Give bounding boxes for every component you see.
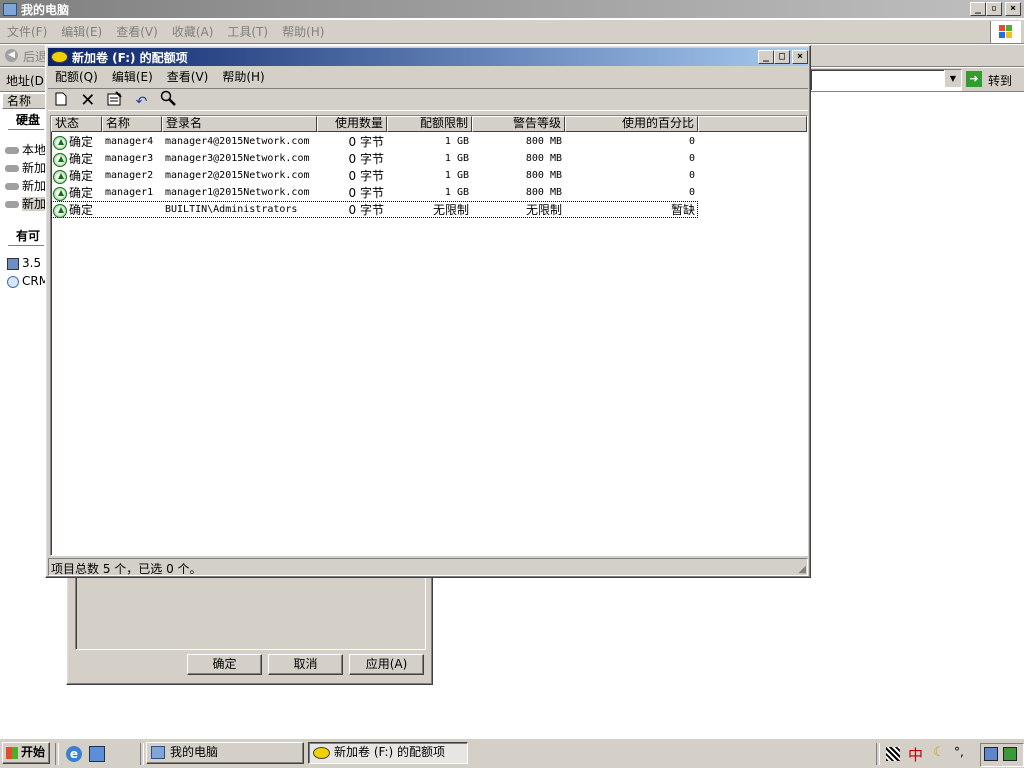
show-desktop-icon[interactable] xyxy=(89,746,105,762)
quota-ok-icon xyxy=(53,186,67,201)
computer-icon xyxy=(3,2,17,16)
disk-quota-icon xyxy=(51,51,68,63)
go-arrow-icon: ➜ xyxy=(966,71,982,87)
section-removable: 有可 xyxy=(16,229,41,243)
column-header-warning[interactable]: 警告等级 xyxy=(472,116,565,132)
start-button[interactable]: 开始 xyxy=(2,742,50,764)
ime-chinese-label[interactable]: 中 xyxy=(908,744,923,765)
close-icon[interactable]: × xyxy=(792,50,808,64)
quota-row[interactable]: 确定 manager2 manager2@2015Network.com 0 字… xyxy=(51,167,807,184)
column-header-used[interactable]: 使用数量 xyxy=(317,116,387,132)
windows-logo-icon xyxy=(990,21,1021,43)
drive-icon xyxy=(5,183,19,190)
minimize-icon[interactable]: _ xyxy=(758,50,774,64)
drive-icon xyxy=(5,147,19,154)
disk-quota-icon xyxy=(313,746,330,759)
drive-item[interactable]: 新加 xyxy=(5,195,47,212)
new-icon[interactable] xyxy=(52,92,70,110)
menu-view[interactable]: 查看(V) xyxy=(160,68,216,85)
drive-item[interactable]: 新加 xyxy=(5,177,46,194)
back-arrow-icon[interactable]: ◀ xyxy=(5,49,18,62)
quota-statusbar: 项目总数 5 个，已选 0 个。 ◢ xyxy=(48,558,808,576)
section-hard-disks: 硬盘 xyxy=(16,113,41,127)
go-button[interactable]: ➜ 转到 xyxy=(964,70,1020,89)
properties-panel xyxy=(75,576,426,650)
explorer-titlebar[interactable]: 我的电脑 _ ▫ × xyxy=(0,0,1024,18)
task-quota-entries[interactable]: 新加卷 (F:) 的配额项 xyxy=(308,742,468,764)
column-header-name[interactable]: 名称 xyxy=(102,116,162,132)
delete-icon[interactable]: ✕ xyxy=(79,92,97,110)
floppy-icon xyxy=(7,257,19,270)
quota-row-focused[interactable]: 确定 BUILTIN\Administrators 0 字节 无限制 无限制 暂… xyxy=(51,201,698,218)
cdrom-icon xyxy=(7,275,19,288)
menu-help[interactable]: 帮助(H) xyxy=(215,68,271,85)
explorer-title: 我的电脑 xyxy=(21,2,70,17)
ime-toolbar-icon[interactable] xyxy=(886,747,900,761)
ok-button[interactable]: 确定 xyxy=(187,654,262,675)
menu-file[interactable]: 文件(F) xyxy=(0,23,54,40)
quota-list-header: 状态 名称 登录名 使用数量 配额限制 警告等级 使用的百分比 xyxy=(51,116,807,132)
moon-icon[interactable]: ☾ xyxy=(933,745,945,760)
restore-icon[interactable]: ▫ xyxy=(986,2,1002,16)
quota-window: 新加卷 (F:) 的配额项 _ □ × 配额(Q) 编辑(E) 查看(V) 帮助… xyxy=(45,45,811,578)
quota-toolbar: ✕ ↶ xyxy=(48,88,808,111)
quota-ok-icon xyxy=(53,135,67,150)
drive-icon xyxy=(5,165,19,172)
drive-item[interactable]: 新加 xyxy=(5,159,46,176)
close-icon[interactable]: × xyxy=(1005,2,1021,16)
find-icon[interactable] xyxy=(159,90,177,108)
column-header-name[interactable]: 名称 xyxy=(2,93,46,109)
quota-row[interactable]: 确定 manager4 manager4@2015Network.com 0 字… xyxy=(51,133,807,150)
menu-view[interactable]: 查看(V) xyxy=(109,23,165,40)
menu-edit[interactable]: 编辑(E) xyxy=(54,23,109,40)
column-header-status[interactable]: 状态 xyxy=(51,116,102,132)
properties-icon[interactable] xyxy=(106,91,124,109)
quota-titlebar[interactable]: 新加卷 (F:) 的配额项 _ □ × xyxy=(48,48,808,66)
cdrom-item[interactable]: CRM xyxy=(7,274,49,288)
resize-grip-icon[interactable]: ◢ xyxy=(798,564,806,575)
menu-favorites[interactable]: 收藏(A) xyxy=(165,23,221,40)
ie-icon[interactable]: e xyxy=(66,746,82,762)
taskbar: 开始 e 我的电脑 新加卷 (F:) 的配额项 中 ☾ °, xyxy=(0,738,1024,768)
punctuation-label[interactable]: °, xyxy=(954,745,964,759)
drive-item[interactable]: 本地 xyxy=(5,141,46,158)
address-label: 地址(D) xyxy=(6,74,49,88)
menu-quota[interactable]: 配额(Q) xyxy=(48,68,105,85)
quota-row[interactable]: 确定 manager3 manager3@2015Network.com 0 字… xyxy=(51,150,807,167)
column-header-login[interactable]: 登录名 xyxy=(162,116,317,132)
network-icon[interactable] xyxy=(984,747,998,761)
quota-title: 新加卷 (F:) 的配额项 xyxy=(72,50,188,65)
quota-list[interactable]: 状态 名称 登录名 使用数量 配额限制 警告等级 使用的百分比 确定 manag… xyxy=(50,115,808,556)
windows-logo-icon xyxy=(6,746,18,759)
quota-menubar: 配额(Q) 编辑(E) 查看(V) 帮助(H) xyxy=(48,67,808,86)
back-label[interactable]: 后退 xyxy=(23,48,47,65)
quota-row[interactable]: 确定 manager1 manager1@2015Network.com 0 字… xyxy=(51,184,807,201)
apply-button[interactable]: 应用(A) xyxy=(349,654,424,675)
menu-help[interactable]: 帮助(H) xyxy=(275,23,331,40)
menu-edit[interactable]: 编辑(E) xyxy=(105,68,160,85)
menu-tools[interactable]: 工具(T) xyxy=(220,23,275,40)
volume-icon[interactable] xyxy=(1003,747,1017,761)
explorer-menubar: 文件(F) 编辑(E) 查看(V) 收藏(A) 工具(T) 帮助(H) xyxy=(0,20,1024,44)
quota-ok-icon xyxy=(53,152,67,167)
minimize-icon[interactable]: _ xyxy=(970,2,986,16)
drive-icon xyxy=(5,201,19,208)
maximize-icon[interactable]: □ xyxy=(774,50,790,64)
address-dropdown-icon[interactable]: ▼ xyxy=(944,70,961,87)
properties-dialog: 确定 取消 应用(A) xyxy=(66,575,433,685)
undo-icon[interactable]: ↶ xyxy=(132,93,150,111)
task-my-computer[interactable]: 我的电脑 xyxy=(146,742,304,764)
address-input[interactable]: ▼ xyxy=(810,69,962,91)
floppy-item[interactable]: 3.5 xyxy=(7,256,41,270)
status-text: 项目总数 5 个，已选 0 个。 xyxy=(51,562,202,576)
quota-ok-icon xyxy=(53,169,67,184)
column-header-percent[interactable]: 使用的百分比 xyxy=(565,116,698,132)
quota-ok-icon xyxy=(53,203,67,218)
computer-icon xyxy=(151,746,165,759)
go-label: 转到 xyxy=(988,74,1013,88)
system-tray xyxy=(980,743,1024,767)
column-header-limit[interactable]: 配额限制 xyxy=(387,116,472,132)
cancel-button[interactable]: 取消 xyxy=(268,654,343,675)
